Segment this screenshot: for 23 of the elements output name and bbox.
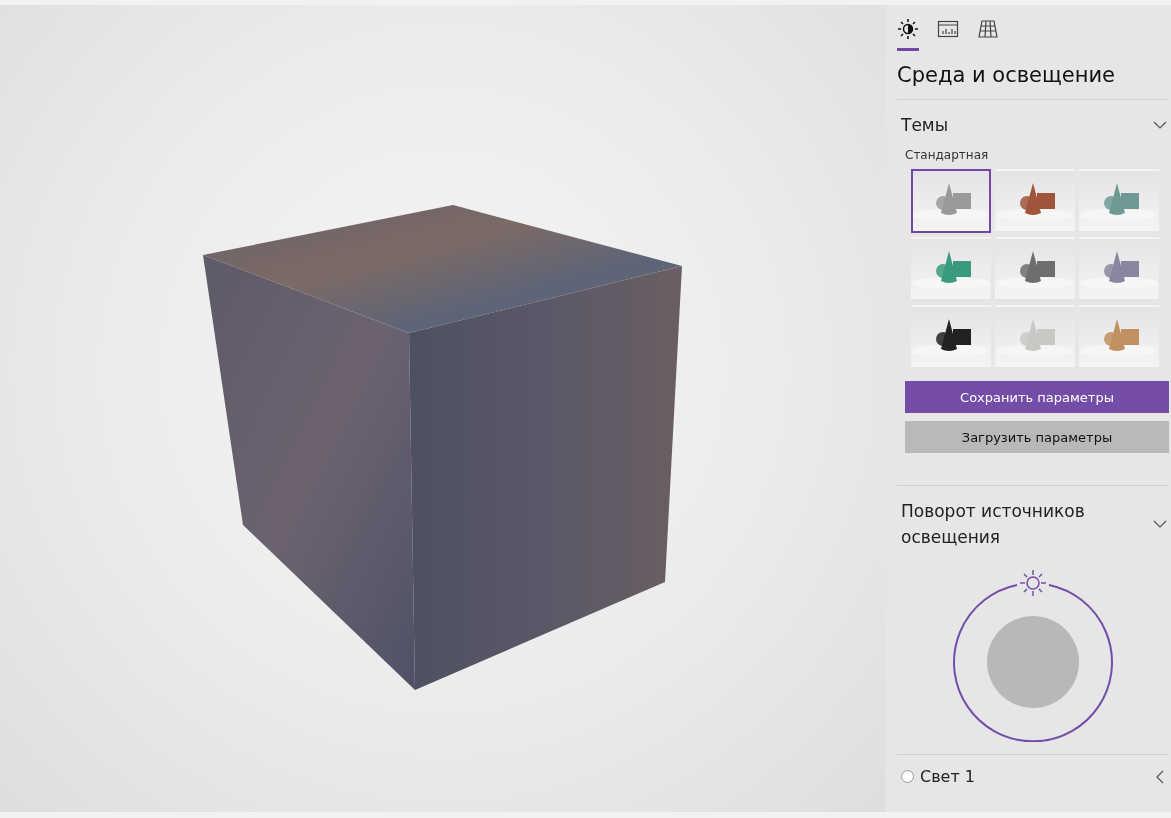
theme-thumbnail[interactable] — [911, 237, 991, 301]
group-label: Стандартная — [904, 147, 990, 164]
theme-thumbnail[interactable] — [995, 237, 1075, 301]
sun-tab[interactable] — [897, 18, 919, 51]
section-title: Темы — [901, 114, 949, 137]
bar-chart-icon — [937, 18, 959, 40]
save-button[interactable]: Сохранить параметры — [905, 381, 1169, 413]
theme-thumbnail[interactable] — [1079, 169, 1159, 233]
radio-button[interactable] — [901, 770, 914, 783]
panel-title: Среда и освещение — [897, 63, 1116, 87]
theme-thumbnail[interactable] — [911, 305, 991, 369]
light-label: Свет 1 — [920, 767, 977, 786]
section-title: Поворот источников освещения — [901, 500, 1086, 549]
grid-icon — [977, 18, 999, 40]
sun-icon — [897, 18, 919, 40]
theme-thumbnail[interactable] — [995, 169, 1075, 233]
load-button[interactable]: Загрузить параметры — [905, 421, 1169, 453]
cube-drawing[interactable] — [203, 205, 682, 690]
sun-icon — [1019, 569, 1047, 597]
theme-thumbnail[interactable] — [995, 305, 1075, 369]
theme-thumbnail[interactable] — [1079, 237, 1159, 301]
theme-thumbnail[interactable] — [911, 169, 991, 233]
theme-thumbnail[interactable] — [1079, 305, 1159, 369]
